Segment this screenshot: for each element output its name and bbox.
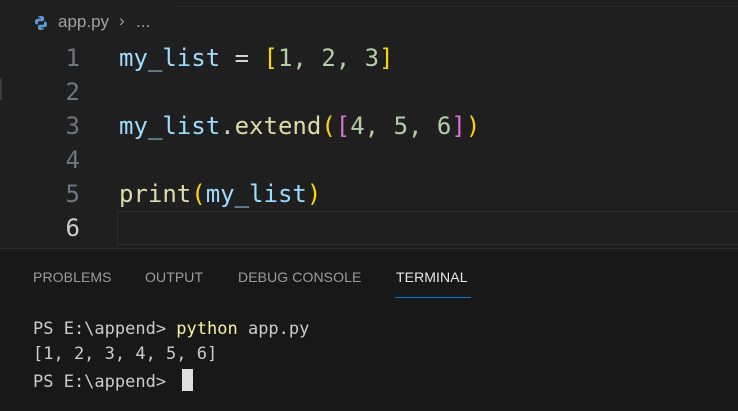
panel-tabs: PROBLEMS OUTPUT DEBUG CONSOLE TERMINAL — [0, 249, 738, 299]
code-text[interactable]: print(my_list) — [119, 180, 321, 208]
code-line[interactable]: 5 print(my_list) — [0, 178, 738, 212]
current-line-highlight — [117, 211, 738, 245]
editor-top-rule — [176, 0, 738, 7]
token-bracket: ( — [321, 112, 336, 140]
token-numbers: 1, 2, 3 — [277, 44, 380, 72]
bottom-panel: PROBLEMS OUTPUT DEBUG CONSOLE TERMINAL P… — [0, 248, 738, 411]
line-number: 1 — [65, 44, 80, 72]
code-line[interactable]: 3 my_list.extend([4, 5, 6]) — [0, 110, 738, 144]
line-number: 2 — [65, 78, 80, 106]
code-line[interactable]: 1 my_list = [1, 2, 3] — [0, 42, 738, 76]
token-bracket: ] — [379, 44, 394, 72]
token-bracket: ] — [451, 112, 466, 140]
token-bracket: ) — [306, 180, 322, 208]
tab-terminal[interactable]: TERMINAL — [396, 269, 468, 285]
terminal-args: app.py — [237, 319, 310, 339]
line-number: 4 — [65, 146, 80, 174]
token-numbers: 4, 5, 6 — [350, 112, 452, 140]
editor-area[interactable]: app.py › ... 1 my_list = [1, 2, 3] 2 3 m… — [0, 0, 738, 248]
code-line-current[interactable]: 6 — [0, 211, 738, 246]
breadcrumb-symbols[interactable]: ... — [136, 12, 150, 32]
python-icon — [33, 15, 49, 31]
token-bracket: ( — [191, 180, 206, 208]
token-variable: my_list — [119, 112, 221, 140]
code-text[interactable]: my_list.extend([4, 5, 6]) — [119, 112, 480, 140]
token-bracket: [ — [335, 112, 351, 140]
terminal-prompt: PS E:\append> — [33, 319, 177, 339]
code-line[interactable]: 2 — [0, 76, 738, 110]
token-operator: . — [220, 112, 235, 140]
line-number: 5 — [65, 180, 80, 208]
terminal-line: PS E:\append> — [33, 369, 194, 392]
code-text[interactable]: my_list = [1, 2, 3] — [119, 44, 394, 72]
token-variable: my_list — [119, 44, 221, 72]
tab-output[interactable]: OUTPUT — [145, 269, 203, 285]
terminal-output: [1, 2, 3, 4, 5, 6] — [33, 344, 218, 364]
tab-problems[interactable]: PROBLEMS — [33, 269, 112, 285]
terminal-cursor — [182, 369, 194, 391]
tab-debug-console[interactable]: DEBUG CONSOLE — [238, 269, 361, 285]
breadcrumb-file[interactable]: app.py — [58, 12, 109, 32]
terminal-prompt: PS E:\append> — [33, 372, 177, 392]
token-variable: my_list — [205, 180, 307, 208]
token-operator: = — [220, 44, 264, 72]
line-number: 6 — [65, 214, 80, 242]
chevron-right-icon: › — [119, 11, 125, 30]
active-tab-indicator — [395, 297, 471, 298]
token-function: print — [119, 180, 192, 208]
line-number: 3 — [65, 112, 80, 140]
token-bracket: ) — [465, 112, 481, 140]
terminal-command: python — [176, 319, 238, 339]
terminal-line: PS E:\append> python app.py — [33, 319, 309, 339]
code-line[interactable]: 4 — [0, 144, 738, 178]
token-function: extend — [234, 112, 322, 140]
token-bracket: [ — [263, 44, 278, 72]
